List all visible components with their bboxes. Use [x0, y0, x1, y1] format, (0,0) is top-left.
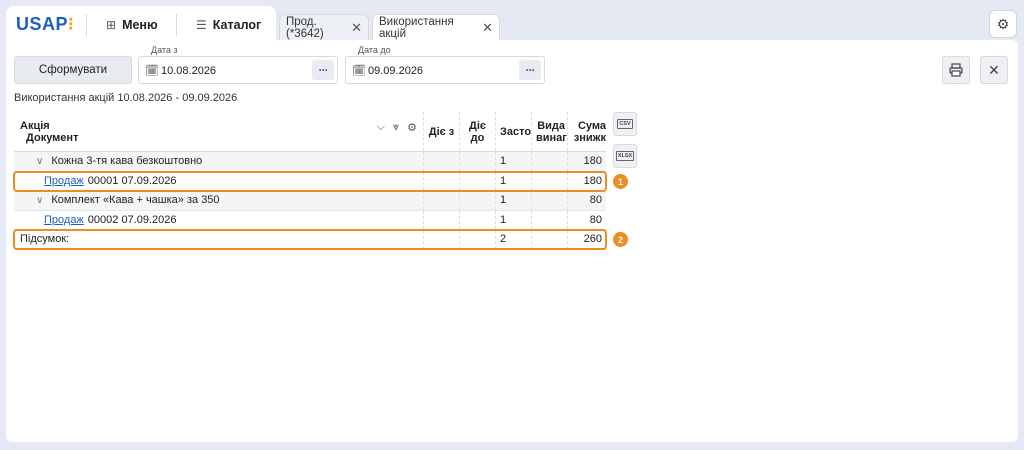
top-bar: USAP⁝ ⊞ Меню ☰ Каталог Прод. (*3642) ✕ В…: [0, 0, 1024, 44]
grid-icon: ⊞: [106, 18, 117, 32]
logo-text: USAP: [16, 14, 69, 34]
header-text: Вида: [537, 119, 565, 132]
header-text: Застос: [500, 125, 531, 138]
printer-icon: [949, 63, 963, 77]
divider: [86, 14, 87, 36]
tab-label: Прод. (*3642): [286, 15, 324, 40]
close-icon[interactable]: ✕: [482, 20, 493, 36]
applied-cell: 1: [496, 191, 532, 210]
export-xlsx-button[interactable]: XLSX: [613, 144, 637, 168]
promotion-name: Кожна 3-тя кава безкоштовно: [51, 155, 203, 168]
amount-cell: 180: [583, 155, 602, 168]
column-header-valid-from[interactable]: Діє з: [424, 112, 460, 151]
catalog-label: Каталог: [212, 18, 262, 32]
table-row[interactable]: Продаж 00002 07.09.2026 1 80: [14, 210, 606, 230]
column-header-discount-sum[interactable]: Сума знижк: [568, 112, 606, 151]
table-header: Акція Документ ⌵ ⩔ ⚙ Діє з Діє до Засто …: [14, 112, 606, 152]
report-title: Використання акцій 10.08.2026 - 09.09.20…: [14, 92, 238, 104]
date-to-more-button[interactable]: ···: [519, 60, 541, 80]
date-to-field[interactable]: Дата до 🗓 09.09.2026 ···: [345, 45, 545, 84]
date-from-label: Дата з: [151, 45, 178, 55]
applied-cell: 1: [496, 152, 532, 171]
tab-sales[interactable]: Прод. (*3642) ✕: [279, 14, 369, 40]
highlight-box: [13, 229, 607, 250]
tab-promotions-usage[interactable]: Використання акцій ✕: [372, 14, 500, 40]
cell: [460, 210, 496, 229]
chevron-down-icon[interactable]: ⌵: [377, 121, 385, 134]
close-report-button[interactable]: ✕: [980, 56, 1008, 84]
gear-icon: ⚙: [996, 15, 1010, 32]
cell: [532, 152, 568, 171]
close-icon: ✕: [988, 61, 1000, 78]
top-nav-panel: USAP⁝ ⊞ Меню ☰ Каталог: [6, 6, 276, 42]
table-row-group[interactable]: ∨ Кожна 3-тя кава безкоштовно 1 180: [14, 152, 606, 172]
date-from-field[interactable]: Дата з 🗓 10.08.2026 ···: [138, 45, 338, 84]
promotion-cell: ∨ Комплект «Кава + чашка» за 350: [14, 191, 424, 210]
cell: [424, 152, 460, 171]
document-cell: Продаж 00002 07.09.2026: [14, 210, 424, 229]
print-button[interactable]: [942, 56, 970, 84]
callout-badge: 2: [613, 232, 628, 247]
callout-badge: 1: [613, 174, 628, 189]
header-text: Акція: [20, 119, 50, 132]
main-panel: Сформувати Дата з 🗓 10.08.2026 ··· Дата …: [6, 40, 1018, 442]
column-header-applied[interactable]: Застос: [496, 112, 532, 151]
export-csv-button[interactable]: CSV: [613, 112, 637, 136]
cell: [424, 210, 460, 229]
cell: [532, 191, 568, 210]
promotion-name: Комплект «Кава + чашка» за 350: [51, 194, 220, 207]
cell: [424, 191, 460, 210]
settings-button[interactable]: ⚙: [989, 10, 1017, 38]
menu-label: Меню: [122, 18, 158, 32]
close-icon[interactable]: ✕: [351, 20, 362, 36]
header-text: Сума: [577, 119, 606, 132]
header-text: Документ: [26, 131, 79, 144]
divider: [176, 14, 177, 36]
cell: [460, 152, 496, 171]
cell: [532, 210, 568, 229]
chevron-down-icon[interactable]: ∨: [36, 156, 43, 167]
highlight-box: [13, 171, 607, 192]
document-number: 00002 07.09.2026: [87, 213, 177, 226]
date-from-value[interactable]: 10.08.2026: [161, 65, 216, 77]
sale-link[interactable]: Продаж: [44, 214, 84, 226]
tab-label: Використання акцій: [379, 15, 454, 40]
calendar-icon: 🗓: [145, 65, 159, 77]
app-logo[interactable]: USAP⁝: [16, 14, 74, 35]
date-to-label: Дата до: [358, 45, 391, 55]
amount-cell: 80: [589, 194, 602, 207]
xlsx-icon: XLSX: [615, 151, 635, 161]
gear-icon[interactable]: ⚙: [407, 121, 417, 134]
catalog-button[interactable]: ☰ Каталог: [196, 14, 261, 36]
header-text: до: [470, 131, 485, 144]
column-header-rewards[interactable]: Вида винаго: [532, 112, 568, 151]
date-from-more-button[interactable]: ···: [312, 60, 334, 80]
logo-mark: ⁝: [68, 14, 75, 34]
header-text: знижк: [573, 131, 606, 144]
calendar-icon: 🗓: [352, 65, 366, 77]
cell: [460, 191, 496, 210]
header-text: Діє з: [428, 125, 455, 138]
generate-button[interactable]: Сформувати: [14, 56, 132, 84]
date-to-value[interactable]: 09.09.2026: [368, 65, 423, 77]
header-text: Діє: [469, 119, 486, 132]
header-controls: ⌵ ⩔ ⚙: [377, 121, 417, 134]
list-icon: ☰: [196, 18, 207, 32]
table-row-group[interactable]: ∨ Комплект «Кава + чашка» за 350 1 80: [14, 191, 606, 211]
chevron-down-icon[interactable]: ∨: [36, 195, 43, 206]
promotion-cell: ∨ Кожна 3-тя кава безкоштовно: [14, 152, 424, 171]
column-header-promotion[interactable]: Акція Документ ⌵ ⩔ ⚙: [14, 112, 424, 151]
amount-cell: 80: [589, 213, 602, 226]
csv-icon: CSV: [617, 119, 633, 129]
double-chevron-down-icon[interactable]: ⩔: [393, 121, 399, 134]
applied-cell: 1: [496, 210, 532, 229]
header-text: винаго: [536, 131, 567, 144]
menu-button[interactable]: ⊞ Меню: [106, 14, 158, 36]
column-header-valid-to[interactable]: Діє до: [460, 112, 496, 151]
